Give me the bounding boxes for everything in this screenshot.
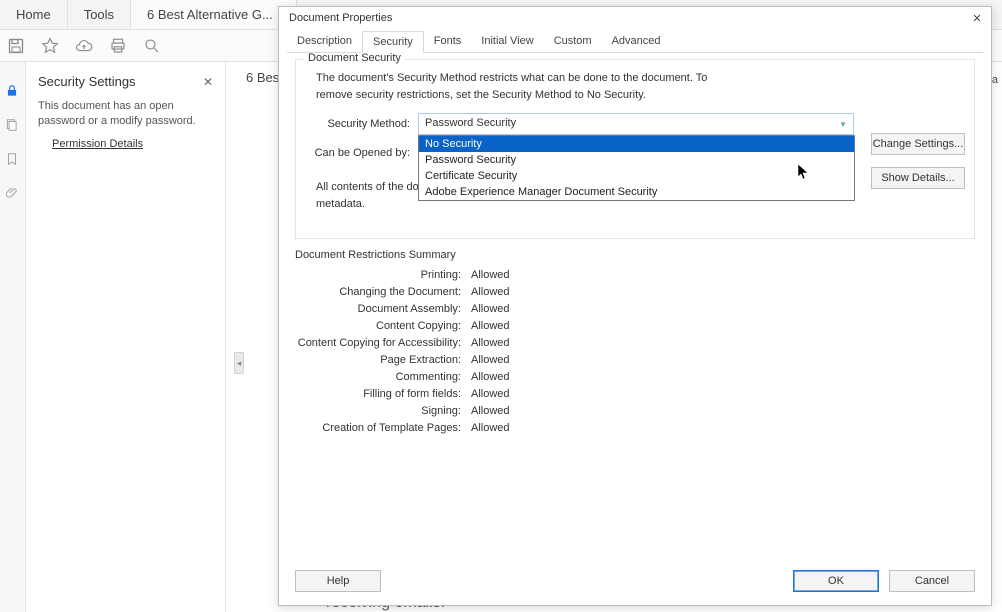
side-panel-text: This document has an open password or a … xyxy=(38,99,213,130)
restriction-value: Allowed xyxy=(471,303,510,315)
restriction-value: Allowed xyxy=(471,337,510,349)
app-window: Home Tools 6 Best Alternative G... × xyxy=(0,0,1002,612)
dropdown-option-no-security[interactable]: No Security xyxy=(419,136,854,152)
dialog-tab-fonts[interactable]: Fonts xyxy=(424,31,472,53)
restriction-row: Content Copying for Accessibility:Allowe… xyxy=(295,337,975,349)
dialog-titlebar[interactable]: Document Properties ✕ xyxy=(279,7,991,29)
restriction-row: Printing:Allowed xyxy=(295,269,975,281)
bookmark-icon[interactable] xyxy=(5,152,21,168)
restrictions-section: Document Restrictions Summary Printing:A… xyxy=(295,249,975,434)
restriction-label: Commenting: xyxy=(295,371,471,383)
dropdown-option-certificate[interactable]: Certificate Security xyxy=(419,168,854,184)
tab-home[interactable]: Home xyxy=(0,0,68,29)
help-button[interactable]: Help xyxy=(295,570,381,592)
restriction-row: Creation of Template Pages:Allowed xyxy=(295,422,975,434)
restriction-value: Allowed xyxy=(471,422,510,434)
dialog-tab-advanced[interactable]: Advanced xyxy=(602,31,671,53)
restriction-value: Allowed xyxy=(471,354,510,366)
restriction-row: Filling of form fields:Allowed xyxy=(295,388,975,400)
restriction-value: Allowed xyxy=(471,371,510,383)
restriction-row: Document Assembly:Allowed xyxy=(295,303,975,315)
dialog-footer: Help OK Cancel xyxy=(279,565,991,605)
security-method-dropdown: No Security Password Security Certificat… xyxy=(418,135,855,201)
side-panel-title: Security Settings xyxy=(38,74,136,89)
restriction-label: Page Extraction: xyxy=(295,354,471,366)
restrictions-legend: Document Restrictions Summary xyxy=(295,249,975,261)
restriction-value: Allowed xyxy=(471,320,510,332)
restriction-row: Content Copying:Allowed xyxy=(295,320,975,332)
cloud-upload-icon[interactable] xyxy=(74,36,94,56)
attachment-icon[interactable] xyxy=(5,186,21,202)
save-icon[interactable] xyxy=(6,36,26,56)
restriction-row: Page Extraction:Allowed xyxy=(295,354,975,366)
print-icon[interactable] xyxy=(108,36,128,56)
security-method-label: Security Method: xyxy=(308,118,418,130)
dialog-title: Document Properties xyxy=(289,12,969,24)
cancel-button[interactable]: Cancel xyxy=(889,570,975,592)
side-panel-close-icon[interactable]: ✕ xyxy=(203,75,213,89)
chevron-down-icon: ▾ xyxy=(837,118,849,130)
pages-icon[interactable] xyxy=(5,118,21,134)
zoom-icon[interactable] xyxy=(142,36,162,56)
right-edge-letter: a xyxy=(992,74,998,86)
ok-button[interactable]: OK xyxy=(793,570,879,592)
document-preview-text: 6 Bes xyxy=(246,70,279,85)
dropdown-option-password[interactable]: Password Security xyxy=(419,152,854,168)
change-settings-button[interactable]: Change Settings... xyxy=(871,133,965,155)
restriction-label: Creation of Template Pages: xyxy=(295,422,471,434)
left-icon-strip xyxy=(0,62,26,612)
dialog-body: Document Security The document's Securit… xyxy=(279,53,991,565)
restriction-value: Allowed xyxy=(471,405,510,417)
restriction-label: Content Copying for Accessibility: xyxy=(295,337,471,349)
tab-tools[interactable]: Tools xyxy=(68,0,131,29)
tab-document-label: 6 Best Alternative G... xyxy=(147,7,273,22)
restriction-value: Allowed xyxy=(471,286,510,298)
security-method-select[interactable]: Password Security ▾ No Security Password… xyxy=(418,113,854,135)
lock-icon[interactable] xyxy=(5,84,21,100)
dialog-tab-description[interactable]: Description xyxy=(287,31,362,53)
restriction-label: Changing the Document: xyxy=(295,286,471,298)
restriction-row: Commenting:Allowed xyxy=(295,371,975,383)
restriction-value: Allowed xyxy=(471,269,510,281)
side-button-column: Change Settings... Show Details... xyxy=(859,133,965,189)
show-details-button[interactable]: Show Details... xyxy=(871,167,965,189)
tab-document[interactable]: 6 Best Alternative G... × xyxy=(131,0,297,29)
restriction-row: Changing the Document:Allowed xyxy=(295,286,975,298)
dialog-tab-custom[interactable]: Custom xyxy=(544,31,602,53)
dialog-tab-initial-view[interactable]: Initial View xyxy=(471,31,543,53)
document-properties-dialog: Document Properties ✕ Description Securi… xyxy=(278,6,992,606)
section-legend: Document Security xyxy=(304,53,405,64)
restriction-label: Filling of form fields: xyxy=(295,388,471,400)
restriction-row: Signing:Allowed xyxy=(295,405,975,417)
restriction-label: Printing: xyxy=(295,269,471,281)
permission-details-link[interactable]: Permission Details xyxy=(52,138,213,150)
can-be-opened-label: Can be Opened by: xyxy=(308,147,418,159)
star-icon[interactable] xyxy=(40,36,60,56)
restriction-value: Allowed xyxy=(471,388,510,400)
restriction-label: Document Assembly: xyxy=(295,303,471,315)
dialog-close-icon[interactable]: ✕ xyxy=(969,12,985,25)
restriction-label: Signing: xyxy=(295,405,471,417)
panel-collapse-handle[interactable]: ◂ xyxy=(234,352,244,374)
dialog-tab-security[interactable]: Security xyxy=(362,31,424,53)
dropdown-option-aem[interactable]: Adobe Experience Manager Document Securi… xyxy=(419,184,854,200)
section-description: The document's Security Method restricts… xyxy=(308,70,728,103)
dialog-tabs: Description Security Fonts Initial View … xyxy=(279,31,991,53)
restriction-label: Content Copying: xyxy=(295,320,471,332)
security-method-value: Password Security xyxy=(425,117,516,129)
security-side-panel: Security Settings ✕ This document has an… xyxy=(26,62,226,612)
